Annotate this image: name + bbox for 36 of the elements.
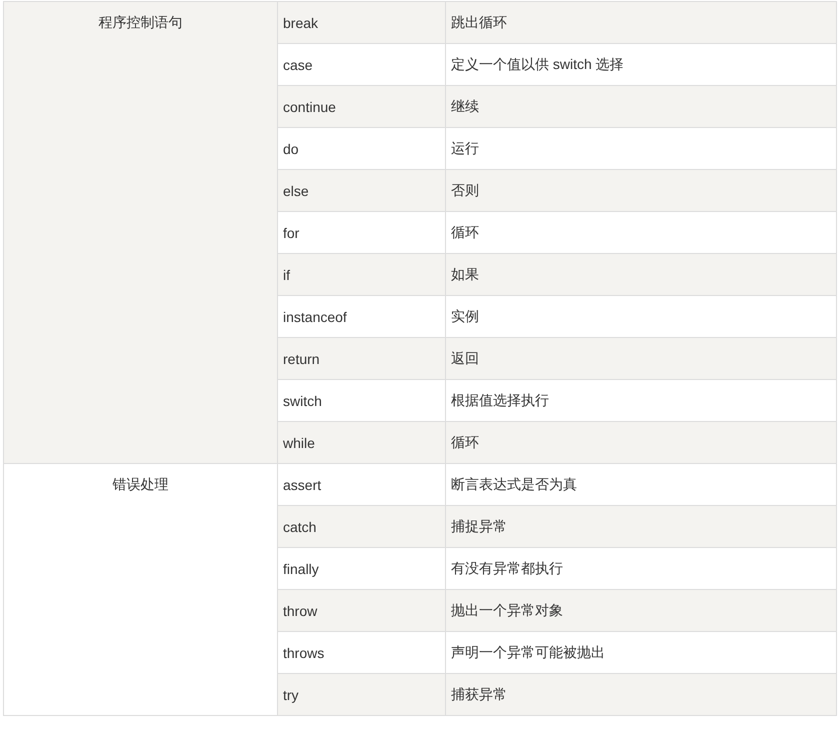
table-cell: 如果 xyxy=(446,254,836,296)
table-cell: 抛出一个异常对象 xyxy=(446,590,836,632)
table-cell: 返回 xyxy=(446,338,836,380)
table-cell: instanceof xyxy=(278,296,446,338)
table-cell: if xyxy=(278,254,446,296)
table-cell: 错误处理 xyxy=(112,476,168,492)
table-cell: while xyxy=(278,422,446,464)
table-cell: 断言表达式是否为真 xyxy=(446,464,836,506)
table-cell: for xyxy=(278,212,446,254)
table-cell: 循环 xyxy=(446,212,836,254)
table-cell: 跳出循环 xyxy=(446,2,836,44)
table-cell: do xyxy=(278,128,446,170)
table-cell: 根据值选择执行 xyxy=(446,380,836,422)
table-cell: return xyxy=(278,338,446,380)
table-cell: finally xyxy=(278,548,446,590)
table-cell: 循环 xyxy=(446,422,836,464)
table-cell: throw xyxy=(278,590,446,632)
table-cell: switch xyxy=(278,380,446,422)
table-cell: 捕捉异常 xyxy=(446,506,836,548)
table-cell: 程序控制语句 xyxy=(98,14,182,30)
table-cell: 声明一个异常可能被抛出 xyxy=(446,632,836,674)
table-cell: case xyxy=(278,44,446,86)
table-cell: else xyxy=(278,170,446,212)
table-cell: 否则 xyxy=(446,170,836,212)
table-cell: assert xyxy=(278,464,446,506)
table-cell: 继续 xyxy=(446,86,836,128)
table-cell: continue xyxy=(278,86,446,128)
table-cell: 捕获异常 xyxy=(446,674,836,716)
table-cell: 实例 xyxy=(446,296,836,338)
table-cell: 定义一个值以供 switch 选择 xyxy=(446,44,836,86)
table-cell: catch xyxy=(278,506,446,548)
table-cell: break xyxy=(278,2,446,44)
table-cell: 运行 xyxy=(446,128,836,170)
table-cell: 有没有异常都执行 xyxy=(446,548,836,590)
table-cell: throws xyxy=(278,632,446,674)
table-cell: try xyxy=(278,674,446,716)
